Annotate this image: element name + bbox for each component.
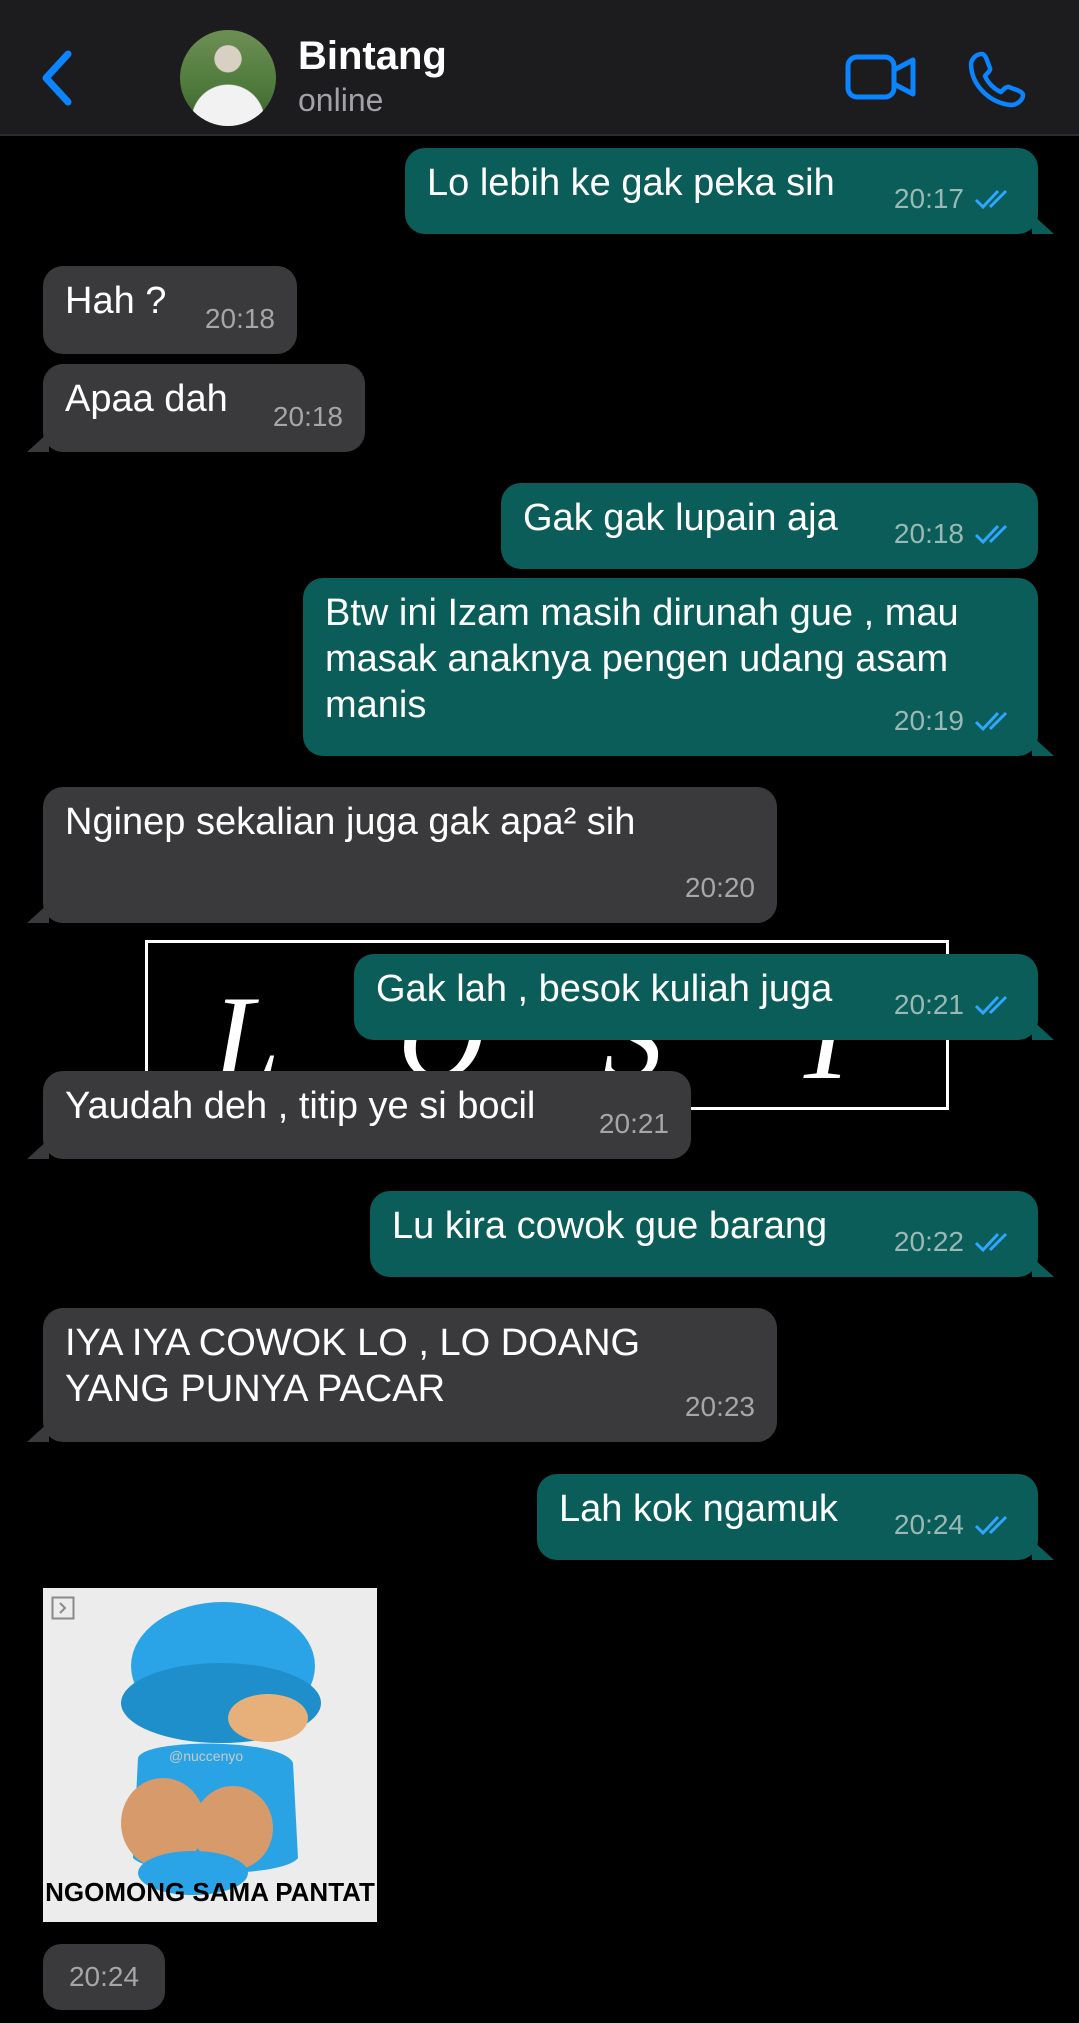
message-meta: 20:24	[894, 1502, 1016, 1548]
bubble-tail	[1032, 1020, 1054, 1040]
sticker-message[interactable]: @nuccenyo NGOMONG SAMA PANTAT	[43, 1588, 377, 1922]
message-text: Nginep sekalian juga gak apa² sih	[65, 801, 636, 843]
message-meta: 20:17	[894, 176, 1016, 222]
message-time: 20:21	[893, 989, 964, 1020]
message-bubble-outgoing[interactable]: Lu kira cowok gue barang 20:22	[370, 1191, 1054, 1277]
contact-status: online	[298, 82, 384, 118]
message-time: 20:22	[893, 1226, 964, 1257]
bubble-tail	[1032, 1540, 1054, 1560]
message-meta: 20:18	[205, 296, 275, 342]
message-meta: 20:18	[894, 511, 1016, 557]
message-meta: 20:19	[894, 698, 1016, 744]
message-bubble-incoming[interactable]: Hah ? 20:18	[43, 266, 297, 354]
bubble-tail	[1032, 736, 1054, 756]
double-check-icon	[974, 524, 1008, 545]
message-bubble-outgoing[interactable]: Gak lah , besok kuliah juga 20:21	[354, 954, 1054, 1040]
message-bubble-incoming[interactable]: Nginep sekalian juga gak apa² sih 20:20	[27, 787, 777, 923]
message-text: Yaudah deh , titip ye si bocil	[65, 1085, 536, 1127]
message-time: 20:19	[893, 705, 964, 736]
chat-header: Bintang online	[0, 0, 1079, 136]
avatar[interactable]	[180, 30, 276, 126]
chevron-left-icon[interactable]	[38, 48, 78, 108]
bubble-tail	[1032, 1257, 1054, 1277]
sticker-watermark: @nuccenyo	[169, 1748, 244, 1764]
phone-icon[interactable]	[968, 50, 1026, 108]
message-meta: 20:18	[273, 394, 343, 440]
message-time: 20:18	[204, 303, 275, 334]
message-time: 20:17	[893, 183, 964, 214]
message-bubble-incoming[interactable]: Yaudah deh , titip ye si bocil 20:21	[27, 1071, 691, 1159]
bubble-tail	[27, 1139, 49, 1159]
message-time: 20:24	[893, 1509, 964, 1540]
double-check-icon	[974, 189, 1008, 210]
bubble-tail	[1032, 214, 1054, 234]
message-meta: 20:21	[599, 1101, 669, 1147]
message-bubble-outgoing[interactable]: Lo lebih ke gak peka sih 20:17	[405, 148, 1054, 234]
message-time: 20:18	[893, 518, 964, 549]
message-meta: 20:20	[685, 865, 755, 911]
message-meta: 20:23	[685, 1384, 755, 1430]
contact-name[interactable]: Bintang	[298, 34, 447, 79]
video-camera-icon[interactable]	[845, 52, 917, 102]
bubble-tail	[27, 903, 49, 923]
bubble-tail	[27, 1422, 49, 1442]
double-check-icon	[974, 711, 1008, 732]
message-bubble-incoming[interactable]: Apaa dah 20:18	[27, 364, 365, 452]
message-time: 20:20	[684, 872, 755, 903]
double-check-icon	[974, 1232, 1008, 1253]
message-bubble-outgoing[interactable]: Gak gak lupain aja 20:18	[501, 483, 1038, 569]
bubble-tail	[27, 432, 49, 452]
message-text: IYA IYA COWOK LO , LO DOANG YANG PUNYA P…	[65, 1322, 641, 1410]
message-time: 20:18	[272, 401, 343, 432]
sticker-time: 20:24	[43, 1944, 165, 2010]
double-check-icon	[974, 995, 1008, 1016]
double-check-icon	[974, 1515, 1008, 1536]
message-time: 20:23	[684, 1391, 755, 1422]
message-bubble-outgoing[interactable]: Btw ini Izam masih dirunah gue , mau mas…	[303, 578, 1054, 756]
message-bubble-incoming[interactable]: IYA IYA COWOK LO , LO DOANG YANG PUNYA P…	[27, 1308, 777, 1442]
message-meta: 20:22	[894, 1219, 1016, 1265]
sticker-caption: NGOMONG SAMA PANTAT	[45, 1877, 375, 1907]
message-bubble-outgoing[interactable]: Lah kok ngamuk 20:24	[537, 1474, 1054, 1560]
message-meta: 20:21	[894, 982, 1016, 1028]
message-time: 20:21	[598, 1108, 669, 1139]
